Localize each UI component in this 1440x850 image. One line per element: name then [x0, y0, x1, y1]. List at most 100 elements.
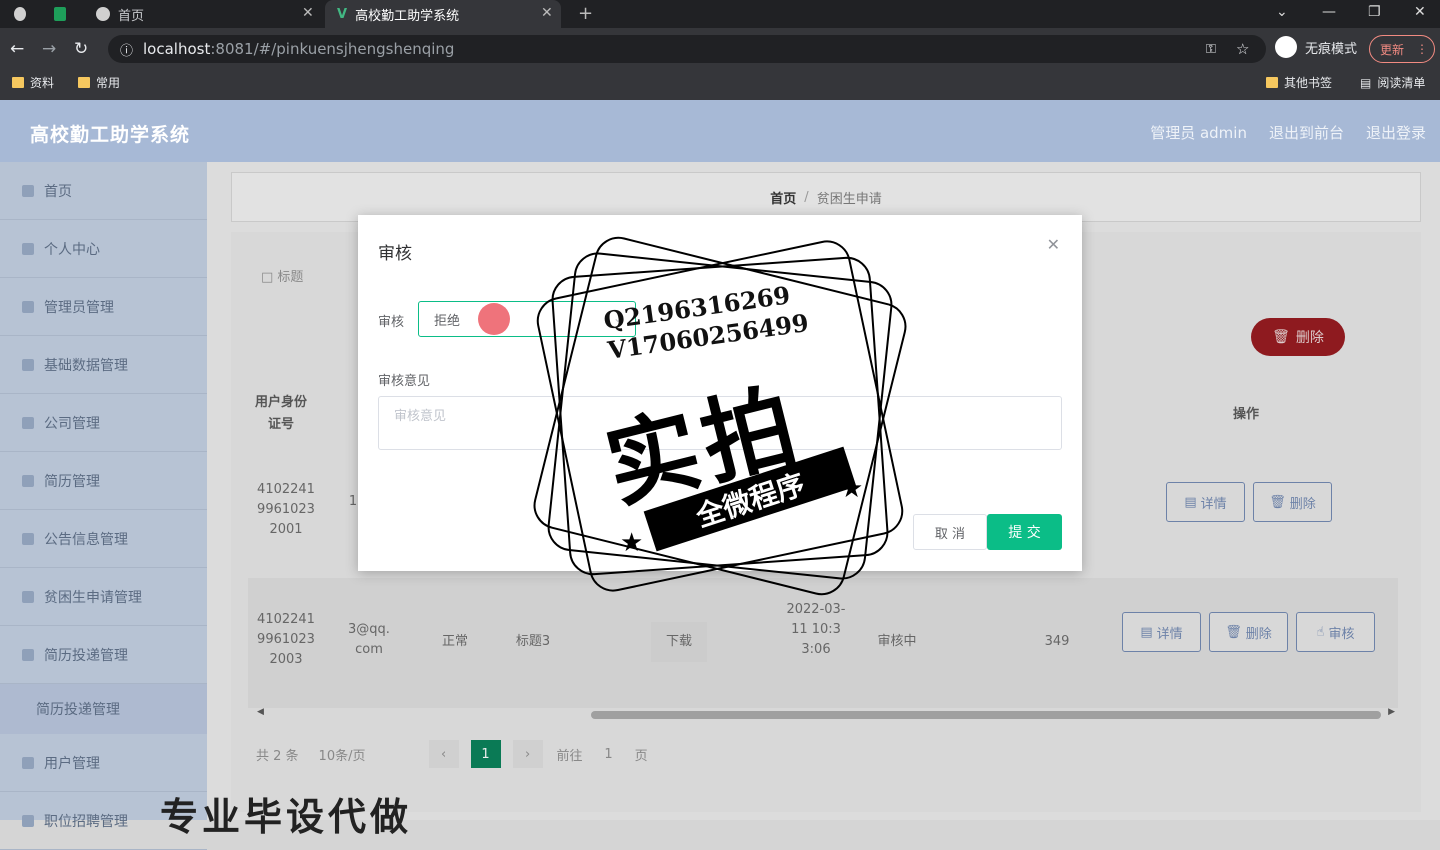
close-tab-icon[interactable]: ✕: [541, 5, 553, 21]
goto-input[interactable]: 1: [589, 747, 629, 762]
table-cell-status: 正常: [441, 634, 468, 649]
forward-icon[interactable]: →: [42, 39, 56, 59]
vue-icon: V: [337, 6, 348, 22]
sidebar-item-users[interactable]: 用户管理: [0, 734, 207, 792]
download-button[interactable]: 下载: [651, 622, 707, 662]
page-unit: 页: [634, 748, 648, 764]
delete-selected-button[interactable]: 🗑 删除: [1251, 318, 1345, 356]
update-button[interactable]: 更新 ⋮: [1369, 35, 1435, 63]
search-title-label: □ 标题: [261, 270, 304, 285]
minimize-icon[interactable]: —: [1322, 4, 1336, 20]
audit-label: 审核: [378, 315, 405, 330]
detail-button[interactable]: ▤ 详情: [1122, 612, 1201, 652]
column-header-actions: 操作: [1232, 407, 1259, 422]
bookmark-folder[interactable]: 常用: [78, 74, 120, 91]
submit-button[interactable]: 提 交: [987, 514, 1062, 550]
close-window-icon[interactable]: ✕: [1414, 4, 1426, 20]
table-cell-audit-status: 审核中: [877, 634, 917, 649]
table-cell-number: 349: [1044, 634, 1070, 649]
top-bar: 高校勤工助学系统 管理员 admin 退出到前台 退出登录: [0, 100, 1440, 162]
trash-icon: 🗑: [1225, 624, 1242, 640]
star-icon[interactable]: ☆: [1236, 40, 1249, 58]
pagination: 共 2 条 10条/页 ‹ 1 › 前往 1 页: [256, 740, 648, 768]
incognito-indicator[interactable]: 无痕模式: [1275, 36, 1357, 58]
star-icon: ★: [840, 474, 864, 504]
page-number[interactable]: 1: [470, 740, 501, 768]
sidebar-item-resumes[interactable]: 简历管理: [0, 452, 207, 510]
delete-button[interactable]: 🗑 删除: [1209, 612, 1288, 652]
bookmark-folder[interactable]: 其他书签: [1266, 74, 1332, 91]
globe-icon[interactable]: [14, 0, 34, 28]
detail-button[interactable]: ▤ 详情: [1166, 482, 1245, 522]
scroll-right-icon[interactable]: ▶: [1388, 707, 1395, 717]
goto-label: 前往: [556, 748, 583, 764]
close-tab-icon[interactable]: ✕: [302, 5, 314, 21]
scrollbar-thumb[interactable]: [591, 711, 1381, 719]
home-icon: [22, 184, 34, 197]
dialog-title: 审核: [378, 244, 412, 264]
prev-page-icon[interactable]: ‹: [428, 740, 459, 768]
opinion-label: 审核意见: [378, 374, 431, 389]
menu-icon: ⋮: [1416, 42, 1429, 56]
sidebar-subitem-resume-delivery[interactable]: 简历投递管理: [0, 684, 207, 734]
sidebar-item-home[interactable]: 首页: [0, 162, 207, 220]
bottom-watermark-text: 专业毕设代做: [160, 795, 413, 839]
tab-home[interactable]: 首页: [86, 0, 322, 28]
tab-system[interactable]: V 高校勤工助学系统: [325, 0, 561, 28]
doc-icon: ▤: [1140, 624, 1153, 640]
column-header-id-card: 用户身份证号: [254, 395, 307, 432]
reload-icon[interactable]: ↻: [74, 39, 88, 59]
admin-label: 管理员 admin: [1150, 124, 1247, 142]
admin-icon: [22, 300, 34, 313]
sidebar-item-admins[interactable]: 管理员管理: [0, 278, 207, 336]
sidebar-item-resume-delivery[interactable]: 简历投递管理: [0, 626, 207, 684]
reading-list[interactable]: ▤ 阅读清单: [1360, 74, 1425, 91]
table-cell-title: 标题3: [515, 634, 551, 649]
table-cell-id-card: 410224199610232001: [257, 482, 315, 537]
user-links: 管理员 admin 退出到前台 退出登录: [1150, 122, 1426, 143]
sidebar-item-base-data[interactable]: 基础数据管理: [0, 336, 207, 394]
folder-icon: [78, 77, 90, 88]
scroll-left-icon[interactable]: ◀: [257, 707, 264, 717]
restore-icon[interactable]: ❐: [1368, 4, 1381, 20]
horizontal-scrollbar[interactable]: ◀ ▶: [255, 707, 1395, 721]
address-row: ← → ↻ ⓘ localhost:8081/#/pinkuensjhengsh…: [0, 32, 1440, 66]
user-icon: [22, 242, 34, 255]
trash-icon: 🗑: [1272, 329, 1290, 345]
apply-icon: [22, 590, 34, 603]
next-page-icon[interactable]: ›: [512, 740, 543, 768]
folder-icon: [12, 77, 24, 88]
table-cell-email: 3@qq.com: [348, 622, 390, 657]
delivery-icon: [22, 648, 34, 661]
trash-icon: 🗑: [1269, 494, 1286, 510]
url-bar[interactable]: ⓘ localhost:8081/#/pinkuensjhengshenqing…: [108, 35, 1266, 63]
company-icon: [22, 416, 34, 429]
new-tab-icon[interactable]: +: [578, 3, 593, 24]
sidebar-item-companies[interactable]: 公司管理: [0, 394, 207, 452]
sidebar-item-poverty-apply[interactable]: 贫困生申请管理: [0, 568, 207, 626]
browser-chrome: 首页 ✕ V 高校勤工助学系统 ✕ + ⌄ — ❐ ✕ ← → ↻ ⓘ loca…: [0, 0, 1440, 100]
tab-search-icon[interactable]: ⌄: [1276, 4, 1288, 20]
logout-link[interactable]: 退出登录: [1366, 122, 1426, 143]
app-title: 高校勤工助学系统: [30, 124, 191, 146]
globe-icon: [96, 7, 110, 21]
bookmark-folder[interactable]: 资料: [12, 74, 54, 91]
cancel-button[interactable]: 取 消: [913, 514, 987, 550]
notice-icon: [22, 532, 34, 545]
back-to-front-link[interactable]: 退出到前台: [1269, 122, 1344, 143]
page-size-select[interactable]: 10条/页: [319, 745, 409, 764]
back-icon[interactable]: ←: [10, 39, 24, 59]
close-icon[interactable]: ✕: [1047, 235, 1060, 254]
table-cell-id-card: 410224199610232003: [257, 612, 315, 667]
pointer-cursor-icon: [478, 303, 510, 335]
delete-button[interactable]: 🗑 删除: [1253, 482, 1332, 522]
breadcrumb-home[interactable]: 首页: [770, 188, 796, 207]
key-icon[interactable]: ⚿: [1206, 42, 1216, 57]
audit-button[interactable]: ☝ 审核: [1296, 612, 1375, 652]
sidebar-item-profile[interactable]: 个人中心: [0, 220, 207, 278]
users-icon: [22, 756, 34, 769]
sidebar-item-notices[interactable]: 公告信息管理: [0, 510, 207, 568]
app-favicon-icon[interactable]: [54, 0, 74, 28]
table-cell-time: 2022-03-11 10:33:06: [786, 602, 846, 657]
job-icon: [22, 814, 34, 827]
